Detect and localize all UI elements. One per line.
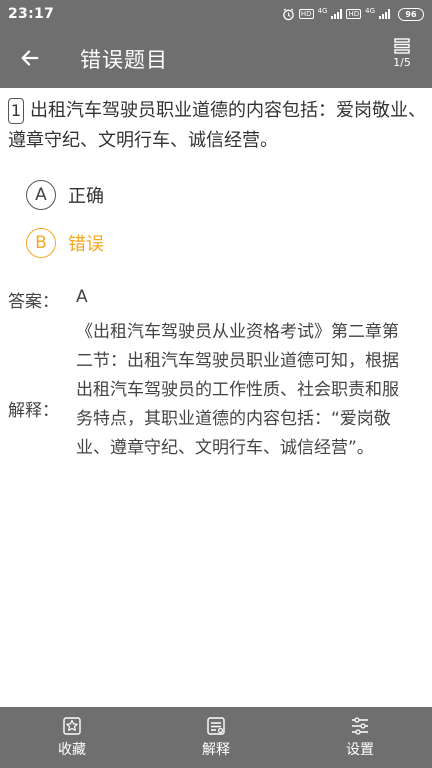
explanation-text: 《出租汽车驾驶员从业资格考试》第二章第二节：出租汽车驾驶员职业道德可知，根据出租… [76,322,399,458]
battery-icon: 96 [398,7,424,21]
bottom-bar: 收藏 解释 设置 [0,707,432,768]
arrow-left-icon [21,50,39,66]
question-number: 1 [8,98,24,124]
settings-label: 设置 [346,742,374,758]
signal-icon-2 [379,9,390,19]
hd-badge-2: HD [346,9,362,19]
explanation-label: 解释： [8,401,59,421]
back-button[interactable] [14,42,46,74]
question-progress: 1/5 [393,56,411,69]
page-title: 错误题目 [80,48,168,72]
question-list-button[interactable]: 1/5 [384,38,420,80]
answer-value: A [76,287,88,307]
explanation-tab-label: 解释 [202,742,230,758]
option-b[interactable]: B 错误 [26,226,104,260]
star-icon [63,717,81,735]
option-a[interactable]: A 正确 [26,178,104,212]
question-text: 出租汽车驾驶员职业道德的内容包括：爱岗敬业、遵章守纪、文明行车、诚信经营。 [8,100,426,151]
question-block: 1 出租汽车驾驶员职业道德的内容包括：爱岗敬业、遵章守纪、文明行车、诚信经营。 [8,96,428,156]
option-a-key: A [26,180,56,210]
option-b-text: 错误 [68,234,104,255]
settings-button[interactable]: 设置 [288,707,432,768]
network-type-2: 4G [365,7,375,15]
status-bar: 23:17 HD 4G HD 4G 96 [0,0,432,28]
status-icons: HD 4G HD 4G 96 [282,7,424,21]
alarm-icon [282,7,295,21]
explanation-button[interactable]: 解释 [144,707,288,768]
app-bar: 错误题目 1/5 [0,28,432,88]
battery-level: 96 [405,9,417,19]
note-icon [207,717,225,735]
answer-label: 答案： [8,292,59,312]
status-time: 23:17 [8,6,55,22]
list-icon [394,38,410,54]
option-a-text: 正确 [68,186,104,207]
sliders-icon [352,717,368,735]
network-type: 4G [317,7,328,15]
favorite-label: 收藏 [58,742,86,758]
option-b-key: B [26,228,56,258]
favorite-button[interactable]: 收藏 [0,707,144,768]
signal-icon [331,9,343,19]
hd-badge: HD [298,9,314,19]
